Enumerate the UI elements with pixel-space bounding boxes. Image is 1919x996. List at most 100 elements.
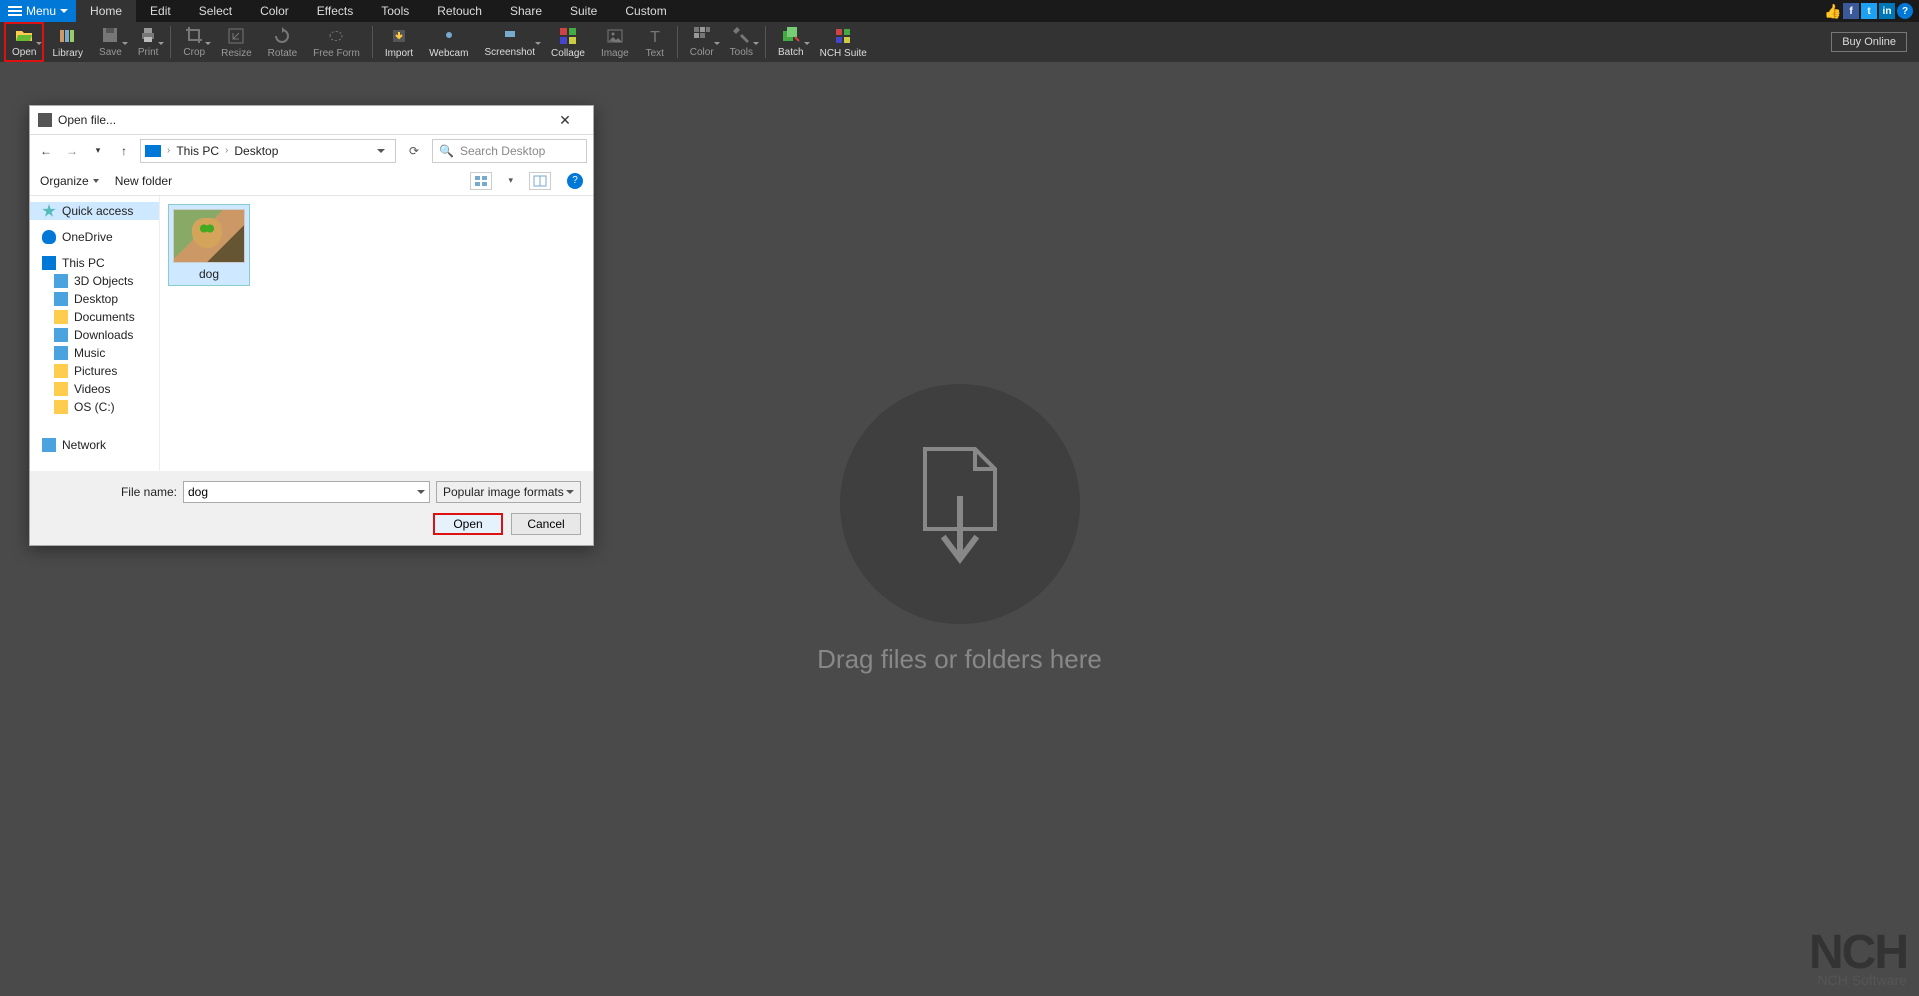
view-mode-button[interactable] (470, 172, 492, 190)
tree-item-documents[interactable]: Documents (30, 308, 159, 326)
search-input[interactable]: 🔍 Search Desktop (432, 139, 587, 163)
tab-effects[interactable]: Effects (303, 0, 367, 22)
linkedin-icon[interactable]: in (1879, 3, 1895, 19)
open-button[interactable]: Open (433, 513, 503, 535)
dialog-titlebar[interactable]: Open file... ✕ (30, 106, 593, 134)
tree-item-network[interactable]: Network (30, 436, 159, 454)
ribbon-save[interactable]: Save (91, 22, 130, 62)
menu-button[interactable]: Menu (0, 0, 76, 22)
buy-online-button[interactable]: Buy Online (1831, 32, 1907, 52)
caret-down-icon[interactable] (377, 149, 385, 153)
close-button[interactable]: ✕ (545, 107, 585, 133)
menubar: Menu Home Edit Select Color Effects Tool… (0, 0, 1919, 22)
view-caret[interactable]: ▾ (508, 175, 513, 186)
caret-down-icon[interactable] (417, 490, 425, 494)
tab-tools[interactable]: Tools (367, 0, 423, 22)
tree-item-os-c-[interactable]: OS (C:) (30, 398, 159, 416)
dialog-title: Open file... (58, 113, 116, 127)
ribbon-library[interactable]: Library (44, 22, 91, 62)
preview-pane-button[interactable] (529, 172, 551, 190)
ribbon-rotate[interactable]: Rotate (260, 22, 305, 62)
help-button[interactable]: ? (567, 173, 583, 189)
tab-select[interactable]: Select (185, 0, 246, 22)
tab-retouch[interactable]: Retouch (423, 0, 496, 22)
blue-icon (54, 346, 68, 360)
tab-color[interactable]: Color (246, 0, 303, 22)
watermark: NCH NCH Software (1809, 934, 1907, 988)
save-icon (100, 25, 120, 45)
dialog-body: Quick access OneDrive This PC3D ObjectsDes… (30, 196, 593, 471)
ribbon-crop[interactable]: Crop (175, 22, 213, 62)
pc-icon (42, 256, 56, 270)
folder-tree: Quick access OneDrive This PC3D ObjectsDes… (30, 196, 160, 471)
breadcrumb-item[interactable]: Desktop (234, 144, 278, 158)
nch-suite-icon (833, 26, 853, 46)
file-item-dog[interactable]: dog (168, 204, 250, 286)
facebook-icon[interactable]: f (1843, 3, 1859, 19)
like-icon[interactable]: 👍 (1825, 3, 1841, 19)
ribbon-tools[interactable]: Tools (722, 22, 761, 62)
breadcrumb[interactable]: › This PC › Desktop (140, 139, 396, 163)
print-icon (138, 25, 158, 45)
tree-item-onedrive[interactable]: OneDrive (30, 228, 159, 246)
filename-field[interactable] (188, 485, 417, 499)
ribbon-image[interactable]: Image (593, 22, 637, 62)
ribbon-nch-suite[interactable]: NCH Suite (812, 22, 875, 62)
resize-icon (226, 26, 246, 46)
tab-custom[interactable]: Custom (611, 0, 680, 22)
tab-home[interactable]: Home (76, 0, 136, 22)
forward-button[interactable]: → (62, 144, 82, 158)
svg-text:T: T (650, 29, 660, 46)
dialog-nav: ← → ▾ ↑ › This PC › Desktop ⟳ 🔍 Search D… (30, 134, 593, 166)
folder-icon (54, 364, 68, 378)
file-name: dog (199, 267, 219, 281)
twitter-icon[interactable]: t (1861, 3, 1877, 19)
dialog-icon (38, 113, 52, 127)
cancel-button[interactable]: Cancel (511, 513, 581, 535)
up-button[interactable]: ↑ (114, 144, 134, 158)
ribbon-open[interactable]: Open (4, 22, 44, 62)
new-folder-button[interactable]: New folder (115, 174, 172, 188)
filename-input[interactable] (183, 481, 430, 503)
tree-item-3d-objects[interactable]: 3D Objects (30, 272, 159, 290)
ribbon-collage[interactable]: Collage (543, 22, 593, 62)
ribbon-resize[interactable]: Resize (213, 22, 260, 62)
caret-down-icon (60, 9, 68, 13)
ribbon-batch[interactable]: Batch (770, 22, 812, 62)
tree-item-quick-access[interactable]: Quick access (30, 202, 159, 220)
file-list[interactable]: dog (160, 196, 593, 471)
tree-item-desktop[interactable]: Desktop (30, 290, 159, 308)
blue-icon (54, 274, 68, 288)
tree-item-this-pc[interactable]: This PC (30, 254, 159, 272)
library-icon (58, 26, 78, 46)
ribbon-webcam[interactable]: Webcam (421, 22, 476, 62)
refresh-button[interactable]: ⟳ (402, 144, 426, 158)
folder-icon (54, 310, 68, 324)
file-filter-dropdown[interactable]: Popular image formats (436, 481, 581, 503)
hamburger-icon (8, 6, 22, 16)
organize-button[interactable]: Organize (40, 174, 99, 188)
recent-caret[interactable]: ▾ (88, 145, 108, 156)
folder-icon (54, 400, 68, 414)
ribbon-print[interactable]: Print (130, 22, 167, 62)
help-icon[interactable]: ? (1897, 3, 1913, 19)
tree-item-videos[interactable]: Videos (30, 380, 159, 398)
breadcrumb-item[interactable]: This PC (176, 144, 219, 158)
tree-item-music[interactable]: Music (30, 344, 159, 362)
back-button[interactable]: ← (36, 144, 56, 158)
ribbon-color[interactable]: Color (682, 22, 722, 62)
ribbon-screenshot[interactable]: Screenshot (476, 22, 543, 62)
ribbon-free-form[interactable]: Free Form (305, 22, 368, 62)
tab-edit[interactable]: Edit (136, 0, 185, 22)
screenshot-icon (500, 25, 520, 45)
ribbon-import[interactable]: Import (377, 22, 421, 62)
blue-icon (54, 292, 68, 306)
ribbon-text[interactable]: TText (637, 22, 673, 62)
tree-item-downloads[interactable]: Downloads (30, 326, 159, 344)
tab-share[interactable]: Share (496, 0, 556, 22)
ribbon-toolbar: OpenLibrarySavePrintCropResizeRotateFree… (0, 22, 1919, 62)
caret-down-icon (566, 490, 574, 494)
cloud-icon (42, 230, 56, 244)
tree-item-pictures[interactable]: Pictures (30, 362, 159, 380)
tab-suite[interactable]: Suite (556, 0, 611, 22)
